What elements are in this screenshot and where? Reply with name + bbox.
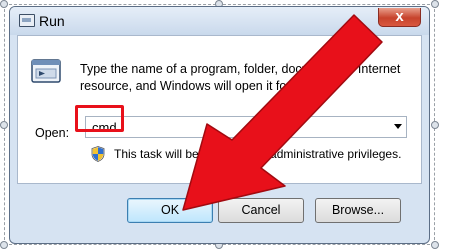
uac-shield-icon [91, 146, 105, 162]
resize-handle-middle-left[interactable] [0, 121, 8, 129]
admin-privileges-note: This task will be created with administr… [114, 147, 402, 161]
resize-handle-bottom-left[interactable] [0, 241, 8, 249]
browse-button[interactable]: Browse... [315, 198, 401, 223]
close-button[interactable]: x [378, 8, 421, 27]
resize-handle-bottom-right[interactable] [431, 241, 439, 249]
cmd-highlight-box [75, 105, 124, 132]
title-bar[interactable]: Run x [10, 7, 429, 35]
chevron-down-icon[interactable] [394, 124, 402, 129]
run-program-icon [31, 59, 61, 83]
window-title: Run [39, 13, 65, 29]
open-combobox[interactable]: cmd [85, 116, 407, 138]
resize-handle-middle-right[interactable] [431, 121, 439, 129]
resize-handle-top-left[interactable] [0, 0, 8, 8]
open-label: Open: [35, 126, 70, 140]
run-dialog: Run x Type the name of a program, folder… [9, 6, 430, 244]
ok-button[interactable]: OK [127, 198, 213, 223]
description-line-2: resource, and Windows will open it for y… [80, 79, 318, 93]
resize-handle-top-right[interactable] [431, 0, 439, 8]
dialog-description: Type the name of a program, folder, docu… [80, 61, 416, 95]
run-app-icon [19, 14, 35, 27]
description-line-1: Type the name of a program, folder, docu… [80, 62, 401, 76]
cancel-button[interactable]: Cancel [218, 198, 304, 223]
